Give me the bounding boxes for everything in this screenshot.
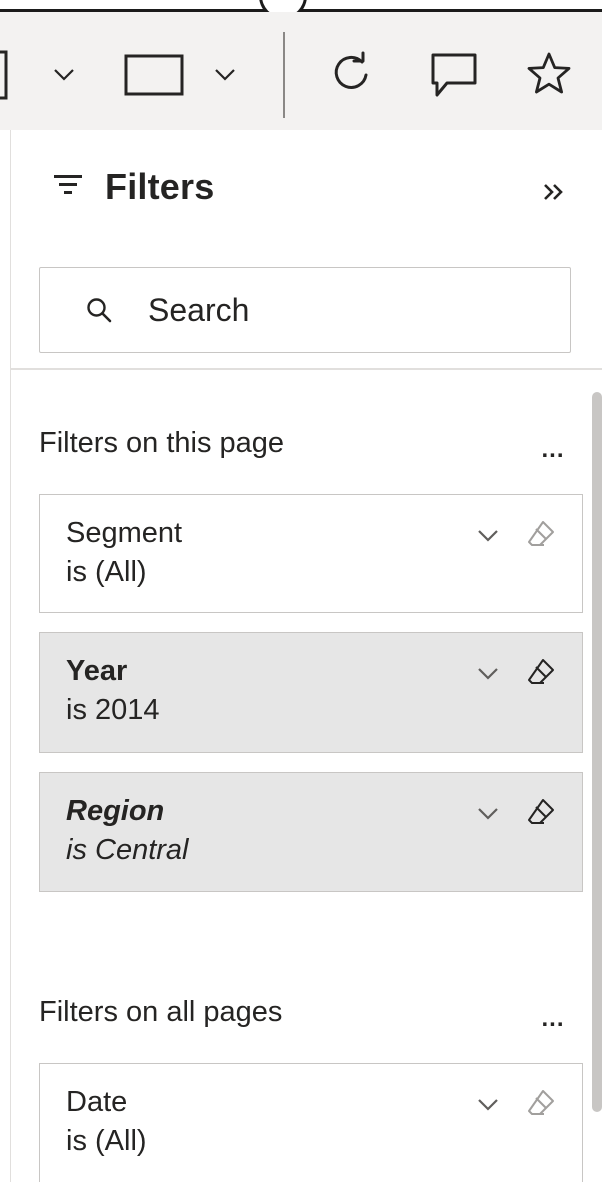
comment-icon[interactable] [428, 50, 480, 102]
filter-card-region[interactable]: Region is Central [39, 772, 583, 892]
filter-card-name: Segment [66, 517, 183, 549]
filter-card-year[interactable]: Year is 2014 [39, 632, 583, 753]
eraser-icon[interactable] [526, 797, 556, 827]
chevron-down-icon[interactable] [477, 529, 499, 543]
app-window: Filters Filters on this page ... [0, 0, 602, 1182]
filter-card-value: is (All) [66, 556, 147, 588]
chevron-down-icon[interactable] [477, 807, 499, 821]
section-title-all-pages: Filters on all pages [39, 996, 283, 1028]
pane-title: Filters [105, 166, 215, 207]
search-input[interactable] [148, 291, 528, 329]
search-box[interactable] [39, 267, 571, 353]
eraser-icon[interactable] [526, 519, 556, 549]
search-icon [86, 297, 112, 323]
filter-card-name: Date [66, 1086, 128, 1118]
section-title-this-page: Filters on this page [39, 427, 285, 459]
star-icon[interactable] [525, 50, 573, 98]
collapse-icon [543, 182, 565, 207]
filter-card-name: Region [66, 795, 165, 827]
toolbar [0, 12, 602, 130]
chevron-down-icon[interactable] [477, 667, 499, 681]
rectangle-icon[interactable] [124, 51, 186, 101]
chevron-down-icon[interactable] [210, 64, 240, 86]
section-more-options[interactable]: ... [538, 436, 568, 463]
filter-card-value: is 2014 [66, 694, 160, 726]
filter-card-name: Year [66, 655, 128, 687]
pane-scrollbar[interactable] [592, 392, 602, 1112]
filter-icon [53, 172, 83, 203]
chevron-down-icon[interactable] [49, 64, 79, 86]
collapse-pane-button[interactable] [536, 176, 572, 212]
chevron-down-icon[interactable] [477, 1098, 499, 1112]
toolbar-divider [283, 32, 285, 118]
pane-separator [11, 368, 602, 370]
refresh-icon[interactable] [328, 50, 374, 96]
cut-off-control [0, 48, 10, 102]
eraser-icon[interactable] [526, 1088, 556, 1118]
filter-card-value: is (All) [66, 1125, 147, 1157]
section-more-options[interactable]: ... [538, 1005, 568, 1032]
filter-pane: Filters Filters on this page ... [10, 130, 602, 1182]
filter-card-segment[interactable]: Segment is (All) [39, 494, 583, 613]
eraser-icon[interactable] [526, 657, 556, 687]
filter-card-value: is Central [66, 834, 189, 866]
pane-header: Filters [53, 166, 214, 208]
filter-card-date[interactable]: Date is (All) [39, 1063, 583, 1182]
